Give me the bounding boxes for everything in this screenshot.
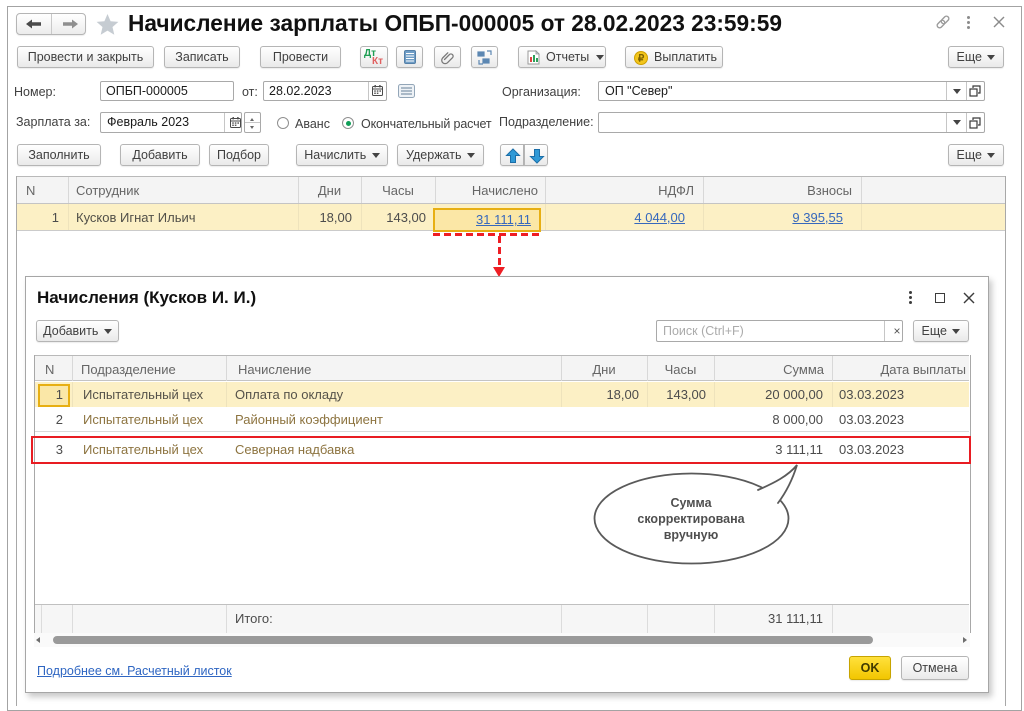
svg-text:₽: ₽ (638, 54, 645, 65)
